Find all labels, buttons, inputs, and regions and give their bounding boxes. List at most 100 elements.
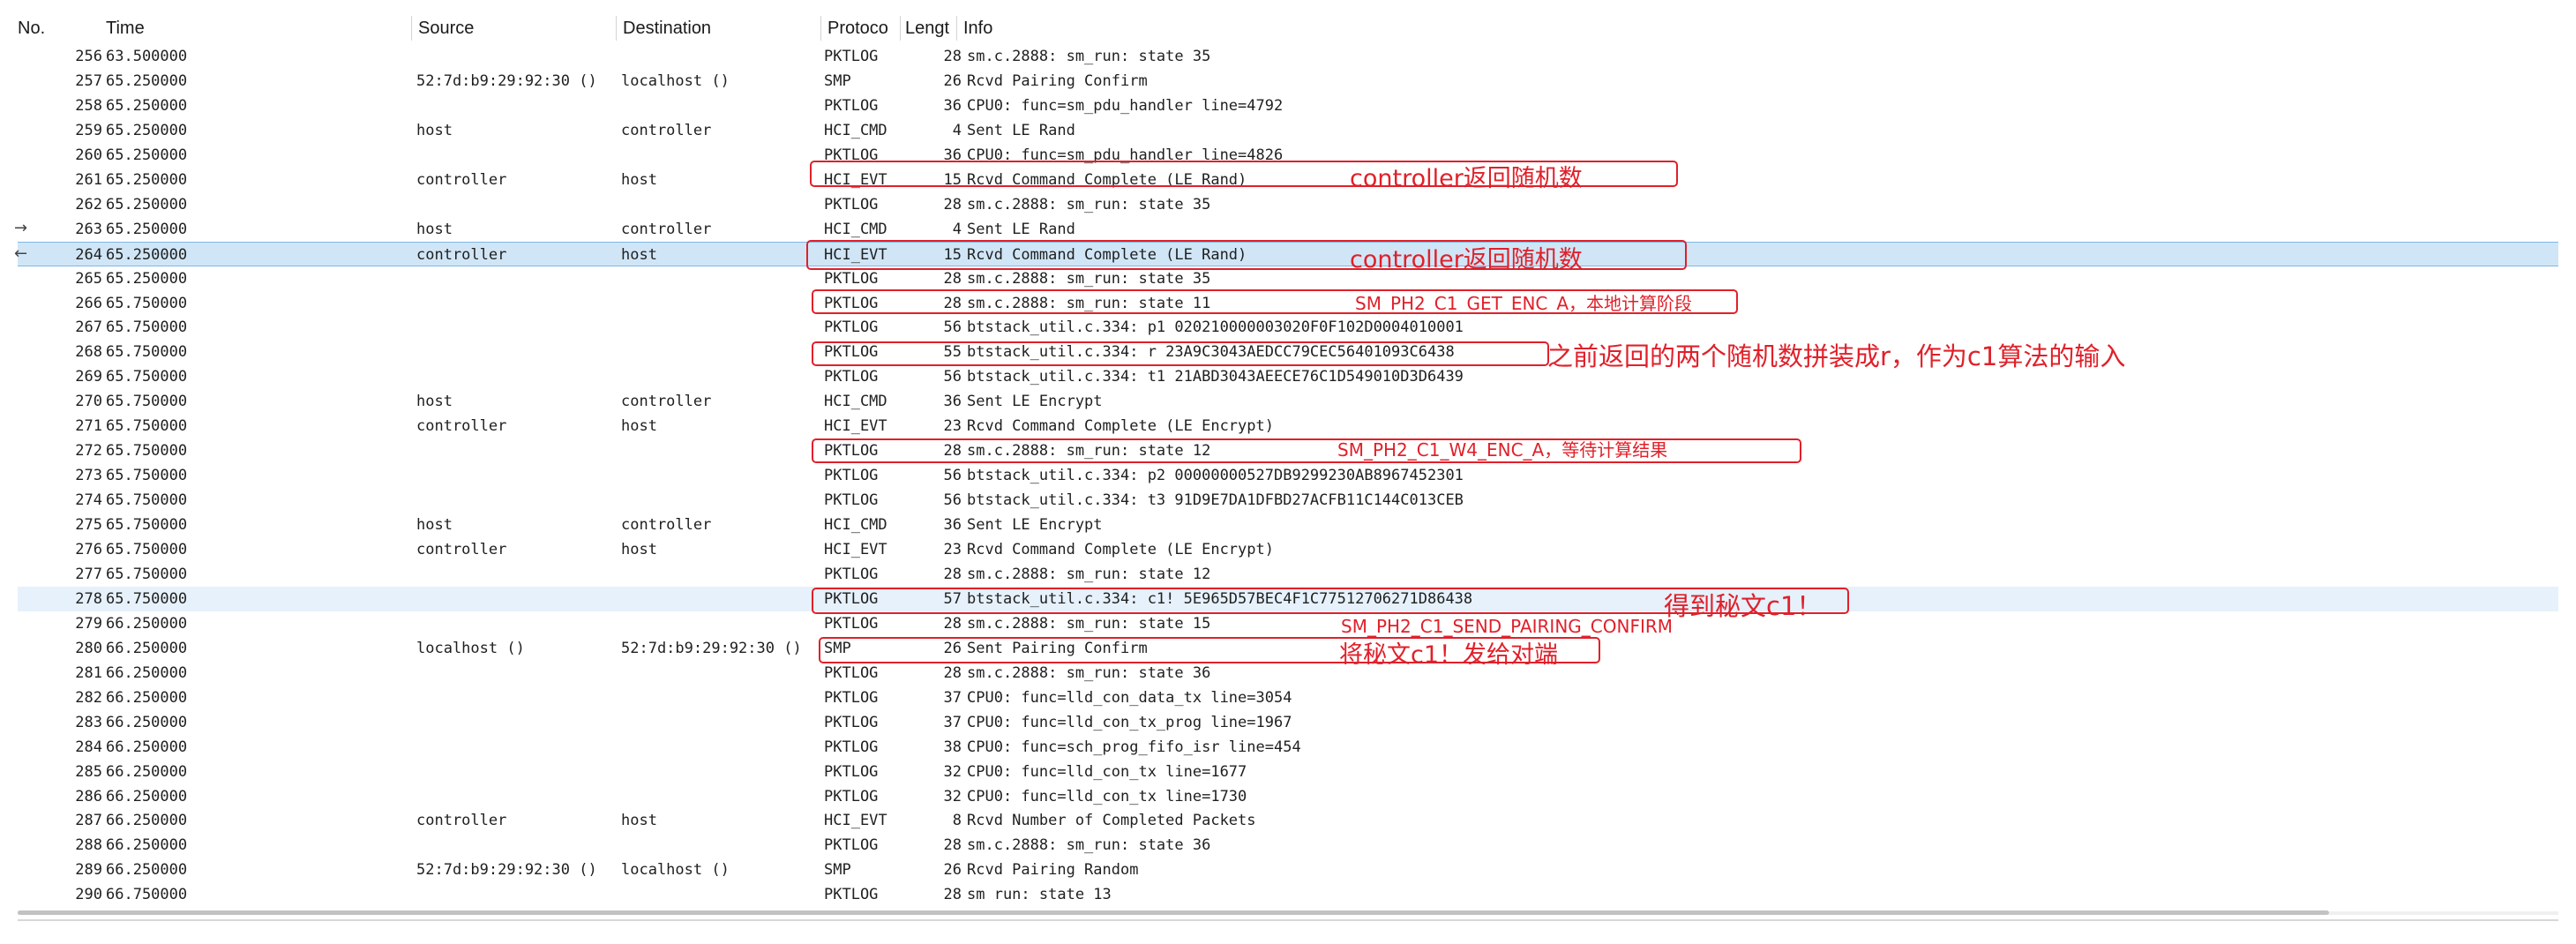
cell-length: 8	[952, 812, 962, 830]
cell-destination	[621, 340, 833, 364]
column-divider[interactable]	[616, 16, 617, 41]
cell-source	[416, 882, 619, 907]
packet-row[interactable]: 281 66.250000 PKTLOG 28 sm.c.2888: sm_run: s…	[18, 661, 2558, 686]
packet-row[interactable]: 259 65.250000 host controller HCI_CMD 4 Sent L…	[18, 118, 2558, 143]
cell-length: 56	[943, 467, 962, 485]
packet-row[interactable]: 270 65.750000 host controller HCI_CMD 36 Sent …	[18, 389, 2558, 414]
column-header-length[interactable]: Lengt	[900, 12, 956, 44]
cell-protocol: PKTLOG	[824, 688, 879, 707]
cell-source: 52:7d:b9:29:92:30 ()	[416, 71, 597, 90]
cell-destination: localhost ()	[621, 71, 730, 90]
cell-length: 23	[943, 541, 962, 558]
scrollbar-thumb[interactable]	[18, 910, 2329, 915]
column-header-info[interactable]: Info	[958, 12, 1223, 44]
packet-row[interactable]: 275 65.750000 host controller HCI_CMD 36 Sent …	[18, 513, 2558, 537]
cell-no: 290	[75, 886, 102, 904]
cell-info: sm.c.2888: sm_run: state 35	[967, 48, 1211, 65]
cell-time: 66.250000	[106, 812, 188, 830]
cell-length: 28	[943, 663, 962, 682]
packet-row[interactable]: 282 66.250000 PKTLOG 37 CPU0: func=lld_con_d…	[18, 686, 2558, 710]
packet-row[interactable]: 256 63.500000 PKTLOG 28 sm.c.2888: sm_run: s…	[18, 44, 2558, 69]
packet-row[interactable]: 279 66.250000 PKTLOG 28 sm.c.2888: sm_run: s…	[18, 611, 2558, 636]
cell-source	[416, 192, 619, 217]
packet-row[interactable]: 269 65.750000 PKTLOG 56 btstack_util.c.334: …	[18, 364, 2558, 389]
cell-destination	[621, 463, 833, 488]
packet-row[interactable]: 258 65.250000 PKTLOG 36 CPU0: func=sm_pdu_ha…	[18, 94, 2558, 118]
cell-no: 267	[75, 318, 102, 337]
column-header-protocol[interactable]: Protoco	[822, 12, 903, 44]
cell-no: 280	[75, 639, 102, 657]
cell-time: 65.750000	[106, 442, 188, 461]
cell-destination: controller	[621, 393, 712, 411]
packet-row[interactable]: 287 66.250000 controller host HCI_EVT 8 Rcvd N…	[18, 808, 2558, 833]
cell-protocol: PKTLOG	[824, 713, 879, 731]
cell-destination	[621, 686, 833, 710]
packet-row[interactable]: 289 66.250000 52:7d:b9:29:92:30 () localhos…	[18, 858, 2558, 882]
column-divider[interactable]	[956, 16, 957, 41]
cell-no: 263	[75, 220, 102, 238]
packet-row[interactable]: 288 66.250000 PKTLOG 28 sm.c.2888: sm_run: s…	[18, 833, 2558, 858]
cell-protocol: PKTLOG	[824, 565, 879, 583]
annotation-box-268	[812, 341, 1549, 366]
column-divider[interactable]	[411, 16, 412, 41]
cell-destination: host	[621, 541, 657, 558]
annotation-get-enc-a: SM_PH2_C1_GET_ENC_A，本地计算阶段	[1355, 293, 1693, 314]
cell-time: 66.250000	[106, 639, 188, 657]
packet-row[interactable]: 276 65.750000 controller host HCI_EVT 23 Rcvd …	[18, 537, 2558, 562]
response-arrow-icon: ←	[14, 243, 28, 263]
cell-time: 66.250000	[106, 787, 188, 805]
horizontal-scrollbar[interactable]	[18, 905, 2558, 921]
annotation-r-input: 之前返回的两个随机数拼装成r，作为c1算法的输入	[1547, 341, 2126, 371]
cell-destination	[621, 143, 833, 168]
cell-source: host	[416, 516, 453, 535]
packet-row[interactable]: 277 65.750000 PKTLOG 28 sm.c.2888: sm_run: s…	[18, 562, 2558, 587]
column-header-destination[interactable]: Destination	[618, 12, 819, 44]
cell-protocol: HCI_EVT	[824, 417, 887, 436]
cell-protocol: PKTLOG	[824, 738, 879, 756]
cell-time: 65.750000	[106, 294, 188, 312]
annotation-send-pairing-confirm: SM_PH2_C1_SEND_PAIRING_CONFIRM	[1341, 616, 1673, 637]
packet-row[interactable]: 263 65.250000 host controller HCI_CMD 4 Sent L…	[14, 217, 2558, 242]
cell-info: sm.c.2888: sm_run: state 35	[967, 195, 1211, 214]
packet-row[interactable]: 271 65.750000 controller host HCI_EVT 23 Rcvd …	[18, 414, 2558, 438]
cell-no: 281	[75, 663, 102, 682]
packet-row[interactable]: 286 66.250000 PKTLOG 32 CPU0: func=lld_con_t…	[18, 784, 2558, 809]
packet-row[interactable]: 285 66.250000 PKTLOG 32 CPU0: func=lld_con_t…	[18, 760, 2558, 784]
cell-source	[416, 833, 619, 858]
packet-row[interactable]: 284 66.250000 PKTLOG 38 CPU0: func=sch_prog_…	[18, 735, 2558, 760]
cell-info: CPU0: func=lld_con_data_tx line=3054	[967, 688, 1292, 707]
packet-row[interactable]: 257 65.250000 52:7d:b9:29:92:30 () localhos…	[18, 69, 2558, 94]
cell-protocol: SMP	[824, 861, 851, 880]
cell-length: 23	[943, 417, 962, 436]
packet-row[interactable]: 283 66.250000 PKTLOG 37 CPU0: func=lld_con_t…	[18, 710, 2558, 735]
cell-protocol: HCI_EVT	[824, 541, 887, 558]
cell-info: sm run: state 13	[967, 886, 1112, 904]
cell-no: 269	[75, 368, 102, 386]
cell-protocol: PKTLOG	[824, 787, 879, 805]
cell-no: 274	[75, 491, 102, 510]
packet-row[interactable]: 267 65.750000 PKTLOG 56 btstack_util.c.334: …	[18, 315, 2558, 340]
cell-time: 65.750000	[106, 541, 188, 558]
cell-destination	[621, 291, 833, 316]
cell-no: 256	[75, 48, 102, 65]
cell-no: 289	[75, 861, 102, 880]
cell-length: 37	[943, 688, 962, 707]
column-header-time[interactable]: Time	[101, 12, 392, 44]
packet-row[interactable]: 273 65.750000 PKTLOG 56 btstack_util.c.334: …	[18, 463, 2558, 488]
packet-row[interactable]: 262 65.250000 PKTLOG 28 sm.c.2888: sm_run: s…	[18, 192, 2558, 217]
column-header-source[interactable]: Source	[413, 12, 614, 44]
cell-destination	[621, 735, 833, 760]
cell-protocol: PKTLOG	[824, 368, 879, 386]
column-header-no[interactable]: No.	[12, 12, 92, 44]
cell-no: 265	[75, 269, 102, 288]
cell-time: 65.250000	[106, 269, 188, 288]
cell-source: host	[416, 121, 453, 139]
column-divider[interactable]	[820, 16, 821, 41]
cell-time: 65.750000	[106, 368, 188, 386]
cell-time: 66.250000	[106, 688, 188, 707]
packet-row[interactable]: 274 65.750000 PKTLOG 56 btstack_util.c.334: …	[18, 488, 2558, 513]
cell-time: 65.250000	[106, 146, 188, 164]
cell-protocol: HCI_CMD	[824, 121, 887, 139]
packet-row[interactable]: 290 66.750000 PKTLOG 28 sm run: state 13	[18, 882, 2558, 907]
cell-info: CPU0: func=sm_pdu_handler line=4792	[967, 96, 1284, 115]
